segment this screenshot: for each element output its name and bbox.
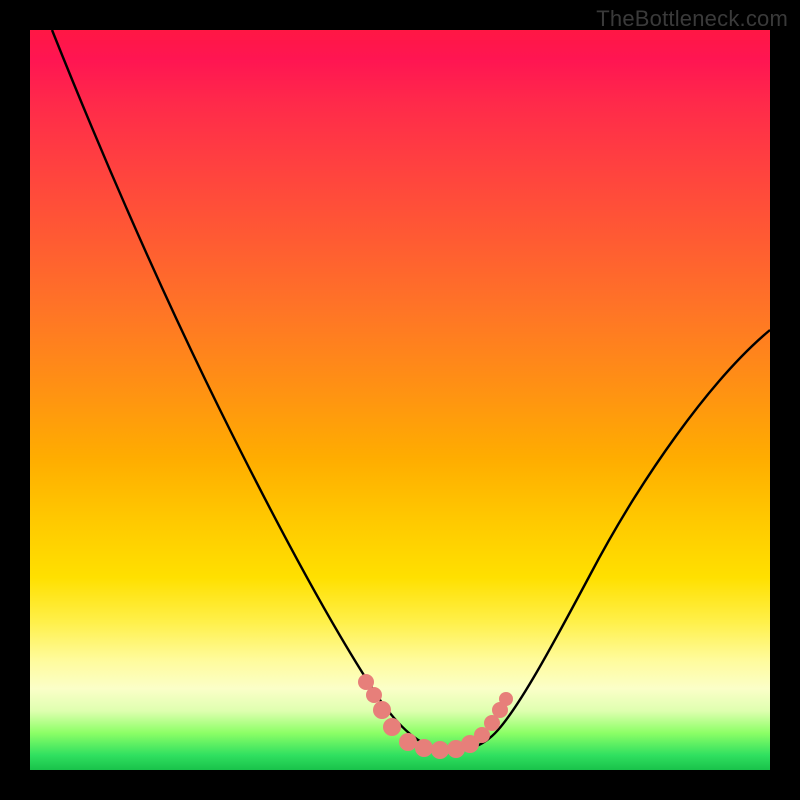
watermark-text: TheBottleneck.com [596,6,788,32]
curve-layer [30,30,770,770]
bottleneck-curve [52,30,770,750]
plot-area [30,30,770,770]
trough-markers [358,674,513,759]
chart-frame: TheBottleneck.com [0,0,800,800]
